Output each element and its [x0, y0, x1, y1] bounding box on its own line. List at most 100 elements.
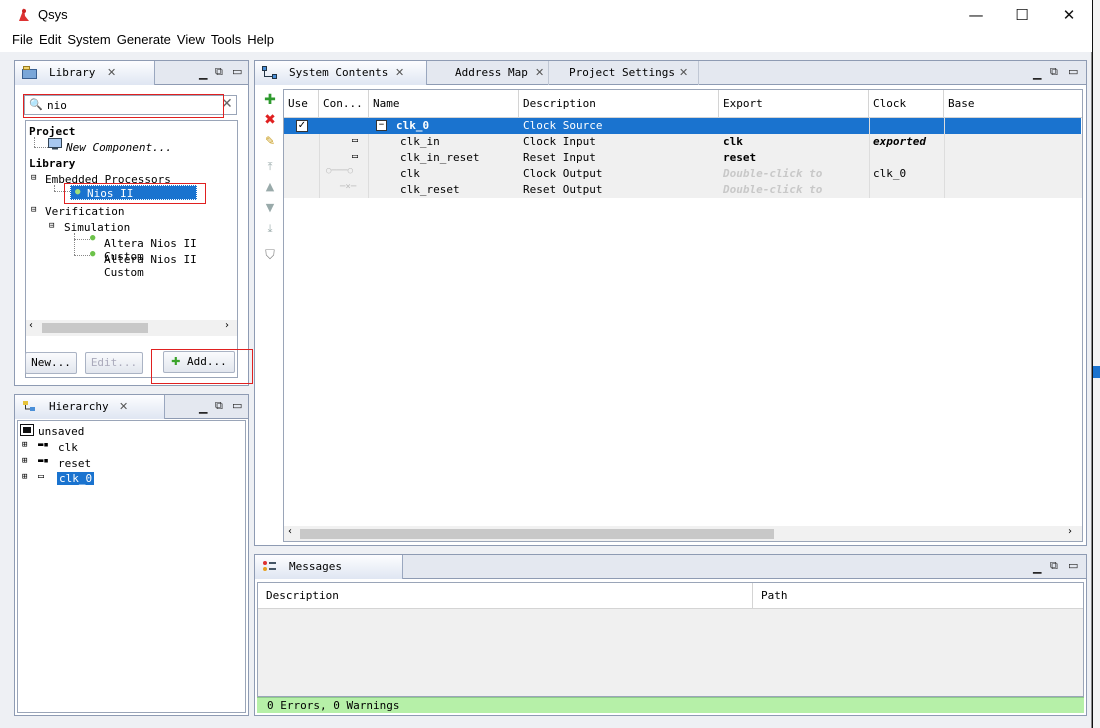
remove-component-icon[interactable]: ✖ — [262, 112, 278, 128]
move-up-icon[interactable]: ▲ — [262, 180, 278, 196]
menu-system[interactable]: System — [65, 30, 112, 47]
tab-library[interactable]: Library ✕ — [15, 61, 155, 85]
table-row-clk-in[interactable]: ▭ clk_in Clock Input clk exported — [284, 134, 1081, 150]
qsys-window: Qsys — ☐ ✕ File Edit System Generate View Too… — [0, 0, 1092, 728]
close-tab-icon[interactable]: ✕ — [395, 61, 404, 85]
maximize-panel-icon[interactable]: ▭ — [1068, 65, 1078, 78]
hierarchy-item-clk0[interactable]: clk_0 — [57, 472, 95, 485]
table-row-clk-in-reset[interactable]: ▭ clk_in_reset Reset Input reset — [284, 150, 1081, 166]
scroll-thumb[interactable] — [300, 529, 774, 539]
add-component-icon[interactable]: ✚ — [262, 92, 278, 108]
scroll-left-icon[interactable]: ‹ — [288, 526, 292, 537]
scroll-right-icon[interactable]: › — [225, 320, 229, 331]
close-tab-icon[interactable]: ✕ — [535, 61, 544, 85]
move-bottom-icon[interactable]: ⤓ — [262, 222, 278, 238]
new-component-item[interactable]: New Component... — [66, 141, 172, 154]
collapse-icon[interactable]: ⊟ — [31, 205, 36, 215]
filter-icon[interactable]: ⛉ — [262, 248, 278, 264]
row-export[interactable]: clk — [719, 134, 869, 150]
tab-messages[interactable]: Messages — [255, 555, 403, 579]
collapse-icon[interactable]: ⊟ — [31, 173, 36, 183]
scroll-right-icon[interactable]: › — [1068, 526, 1072, 537]
restore-panel-icon[interactable]: ⧉ — [1050, 559, 1058, 573]
maximize-panel-icon[interactable]: ▭ — [232, 65, 242, 78]
column-header-description[interactable]: Description — [262, 583, 753, 609]
library-heading: Library — [29, 157, 76, 170]
collapse-icon[interactable]: ⊟ — [49, 221, 54, 231]
row-description: Clock Input — [523, 135, 596, 148]
restore-panel-icon[interactable]: ⧉ — [215, 399, 223, 413]
menu-help[interactable]: Help — [245, 30, 276, 47]
connection-port-icon[interactable]: ▭ — [352, 151, 358, 162]
maximize-panel-icon[interactable]: ▭ — [1068, 559, 1078, 572]
use-checkbox[interactable]: ✓ — [294, 118, 310, 134]
row-export[interactable]: reset — [719, 150, 869, 166]
connection-line-icon[interactable]: ○───○ — [326, 166, 353, 176]
tab-project-settings[interactable]: Project Settings ✕ — [549, 61, 699, 85]
expand-icon[interactable]: ⊞ — [22, 472, 27, 482]
close-tab-icon[interactable]: ✕ — [679, 61, 688, 85]
new-button[interactable]: New... — [25, 352, 77, 374]
hierarchy-root[interactable]: unsaved — [38, 425, 84, 438]
menu-generate[interactable]: Generate — [115, 30, 173, 47]
qsys-app-icon — [19, 8, 29, 21]
tab-system-contents[interactable]: System Contents ✕ — [255, 61, 427, 85]
scroll-thumb[interactable] — [42, 323, 148, 333]
hierarchy-item-reset[interactable]: reset — [58, 457, 91, 470]
menu-file[interactable]: File — [10, 30, 35, 47]
connection-line-icon[interactable]: ─×─ — [340, 182, 356, 192]
column-header-path[interactable]: Path — [757, 583, 1083, 609]
row-clock[interactable]: exported — [869, 134, 944, 150]
restore-panel-icon[interactable]: ⧉ — [215, 65, 223, 79]
table-row-clk-reset[interactable]: ─×─ clk_reset Reset Output Double-click … — [284, 182, 1081, 198]
row-name: clk_in_reset — [400, 151, 480, 164]
column-header-name[interactable]: Name — [369, 90, 519, 118]
move-down-icon[interactable]: ▼ — [262, 201, 278, 217]
maximize-button[interactable]: ☐ — [999, 0, 1045, 30]
column-header-base[interactable]: Base — [944, 90, 1082, 118]
minimize-panel-icon[interactable]: ▁ — [1033, 561, 1041, 574]
column-header-export[interactable]: Export — [719, 90, 869, 118]
column-header-description[interactable]: Description — [519, 90, 719, 118]
tree-verification[interactable]: Verification — [45, 205, 124, 218]
table-row-clk[interactable]: ○───○ clk Clock Output Double-click to c… — [284, 166, 1081, 182]
system-horizontal-scrollbar[interactable]: ‹ › — [284, 526, 1082, 541]
minimize-button[interactable]: — — [953, 0, 999, 30]
column-header-use[interactable]: Use — [284, 90, 319, 118]
row-description: Reset Input — [523, 151, 596, 164]
menu-view[interactable]: View — [175, 30, 207, 47]
messages-header: Description Path — [258, 583, 1083, 609]
menu-edit[interactable]: Edit — [37, 30, 63, 47]
edit-button[interactable]: Edit... — [85, 352, 143, 374]
maximize-panel-icon[interactable]: ▭ — [232, 399, 242, 412]
table-row-clk0[interactable]: ✓ − clk_0 Clock Source — [284, 118, 1081, 134]
collapse-icon[interactable]: − — [376, 120, 387, 131]
menu-bar: File Edit System Generate View Tools Help — [0, 30, 1092, 52]
tree-custom-2[interactable]: Altera Nios II Custom — [104, 253, 237, 279]
library-panel: Library ✕ ▁ ⧉ ▭ 🔍 nio ✕ Project New Comp… — [14, 60, 249, 386]
status-bar: 0 Errors, 0 Warnings — [257, 697, 1084, 713]
row-export[interactable]: Double-click to — [719, 166, 869, 182]
menu-tools[interactable]: Tools — [209, 30, 243, 47]
tab-address-map[interactable]: Address Map ✕ — [427, 61, 549, 85]
scroll-left-icon[interactable]: ‹ — [29, 320, 33, 331]
minimize-panel-icon[interactable]: ▁ — [1033, 67, 1041, 80]
expand-icon[interactable]: ⊞ — [22, 456, 27, 466]
expand-icon[interactable]: ⊞ — [22, 440, 27, 450]
column-header-clock[interactable]: Clock — [869, 90, 944, 118]
library-horizontal-scrollbar[interactable]: ‹ › — [26, 320, 237, 336]
connection-port-icon[interactable]: ▭ — [352, 135, 358, 146]
edit-component-icon[interactable]: ✎ — [262, 134, 278, 150]
restore-panel-icon[interactable]: ⧉ — [1050, 65, 1058, 79]
row-clock[interactable]: clk_0 — [869, 166, 944, 182]
close-button[interactable]: ✕ — [1046, 0, 1092, 30]
column-header-connections[interactable]: Con... — [319, 90, 369, 118]
row-export[interactable]: Double-click to — [719, 182, 869, 198]
minimize-panel-icon[interactable]: ▁ — [199, 401, 207, 414]
tab-hierarchy[interactable]: Hierarchy ✕ — [15, 395, 165, 419]
move-top-icon[interactable]: ⤒ — [262, 160, 278, 176]
close-tab-icon[interactable]: ✕ — [107, 61, 116, 85]
minimize-panel-icon[interactable]: ▁ — [199, 67, 207, 80]
close-tab-icon[interactable]: ✕ — [119, 395, 128, 419]
hierarchy-item-clk[interactable]: clk — [58, 441, 78, 454]
